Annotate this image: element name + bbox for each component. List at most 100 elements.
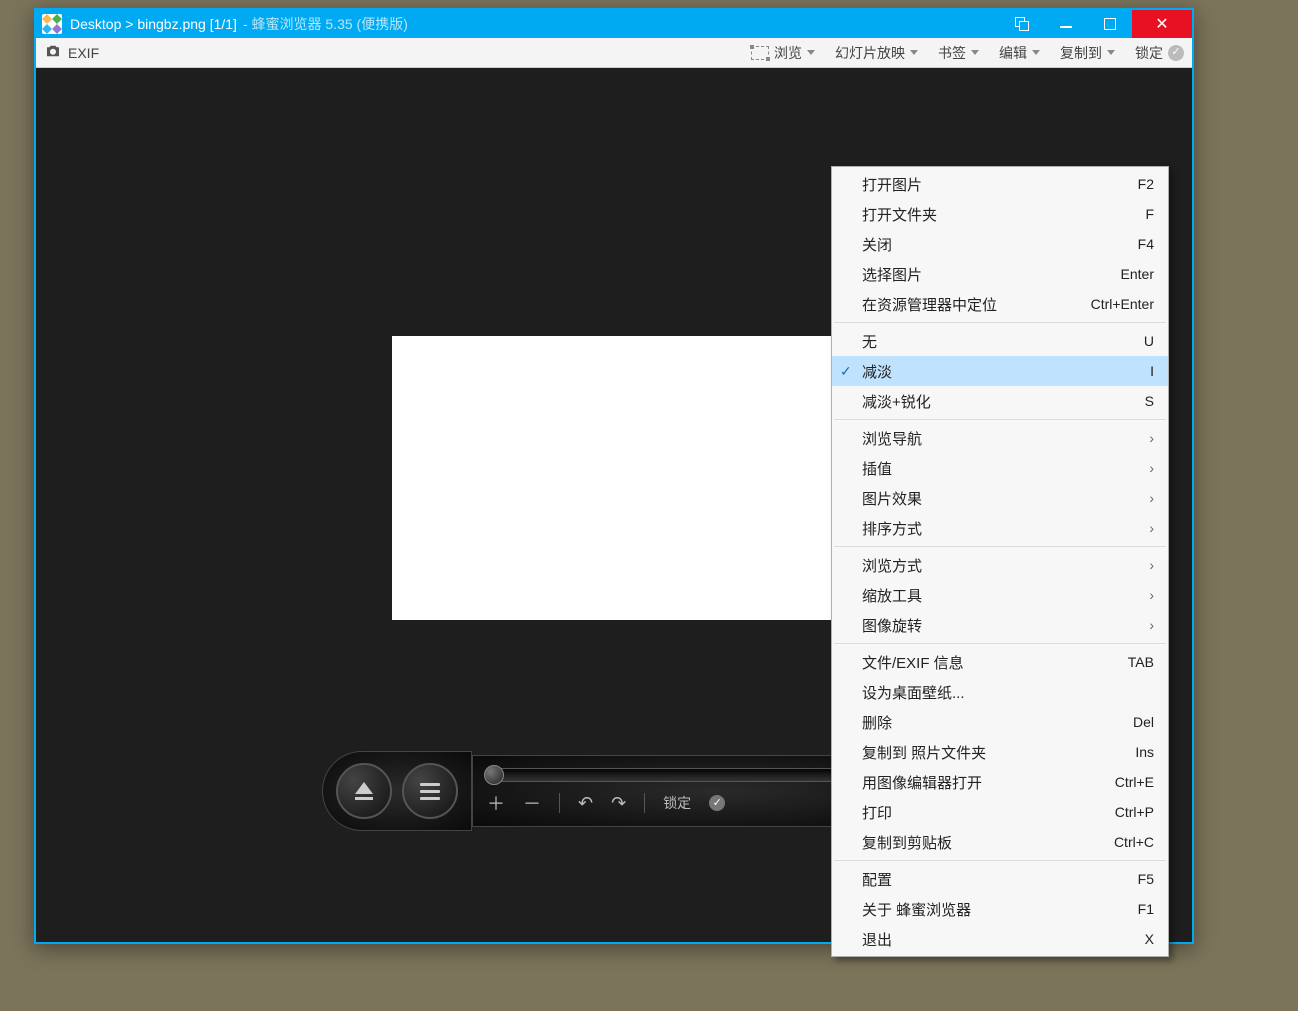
menu-item-shortcut: Enter [1121, 266, 1154, 282]
chevron-down-icon [807, 50, 815, 55]
menu-item[interactable]: 用图像编辑器打开Ctrl+E [832, 767, 1168, 797]
menu-item-label: 图像旋转 [862, 615, 1149, 636]
menu-item-shortcut: S [1145, 393, 1154, 409]
zoom-out-button[interactable]: － [523, 790, 541, 816]
minimize-button[interactable] [1044, 10, 1088, 38]
menu-item-label: 配置 [862, 869, 1138, 890]
menu-item[interactable]: 文件/EXIF 信息TAB [832, 647, 1168, 677]
menu-item[interactable]: 关于 蜂蜜浏览器F1 [832, 894, 1168, 924]
exif-label[interactable]: EXIF [68, 45, 99, 61]
menu-item[interactable]: 减淡I [832, 356, 1168, 386]
chevron-right-icon: › [1149, 557, 1154, 573]
chevron-down-icon [971, 50, 979, 55]
bookmark-label: 书签 [938, 43, 966, 63]
menu-item[interactable]: 删除Del [832, 707, 1168, 737]
menu-item-label: 减淡+锐化 [862, 391, 1145, 412]
menu-item[interactable]: 打开图片F2 [832, 169, 1168, 199]
menu-item[interactable]: 插值› [832, 453, 1168, 483]
edit-menu[interactable]: 编辑 [999, 43, 1040, 63]
menu-item-shortcut: X [1145, 931, 1154, 947]
titlebar: Desktop > bingbz.png [1/1] - 蜂蜜浏览器 5.35 … [36, 10, 1192, 38]
menu-item[interactable]: 打开文件夹F [832, 199, 1168, 229]
menu-item-label: 设为桌面壁纸... [862, 682, 1154, 703]
eject-icon [355, 782, 373, 800]
menu-item-shortcut: F1 [1138, 901, 1154, 917]
menu-item[interactable]: 配置F5 [832, 864, 1168, 894]
menu-separator [834, 546, 1166, 547]
chevron-right-icon: › [1149, 617, 1154, 633]
chevron-right-icon: › [1149, 490, 1154, 506]
menu-item-label: 打开文件夹 [862, 204, 1145, 225]
camera-icon [44, 42, 62, 63]
lock-label-bottom: 锁定 [663, 793, 691, 813]
slideshow-menu[interactable]: 幻灯片放映 [835, 43, 918, 63]
menu-item-shortcut: Ctrl+P [1115, 804, 1154, 820]
context-menu: 打开图片F2打开文件夹F关闭F4选择图片Enter在资源管理器中定位Ctrl+E… [831, 166, 1169, 957]
menu-separator [834, 419, 1166, 420]
menu-item[interactable]: 复制到 照片文件夹Ins [832, 737, 1168, 767]
crop-icon [751, 46, 769, 60]
menu-item-shortcut: I [1150, 363, 1154, 379]
menu-item[interactable]: 在资源管理器中定位Ctrl+Enter [832, 289, 1168, 319]
check-circle-icon[interactable] [709, 795, 725, 811]
eject-button[interactable] [336, 763, 392, 819]
menu-item[interactable]: 复制到剪贴板Ctrl+C [832, 827, 1168, 857]
title-breadcrumb: Desktop > bingbz.png [1/1] [70, 16, 237, 32]
menu-item-shortcut: TAB [1128, 654, 1154, 670]
chevron-down-icon [1032, 50, 1040, 55]
menu-icon [420, 783, 440, 800]
menu-item-label: 图片效果 [862, 488, 1149, 509]
main-menu-button[interactable] [402, 763, 458, 819]
menu-item-shortcut: U [1144, 333, 1154, 349]
menu-separator [834, 860, 1166, 861]
menu-item[interactable]: 排序方式› [832, 513, 1168, 543]
menu-item[interactable]: 设为桌面壁纸... [832, 677, 1168, 707]
compact-button[interactable] [1000, 10, 1044, 38]
chevron-right-icon: › [1149, 460, 1154, 476]
menu-item[interactable]: 打印Ctrl+P [832, 797, 1168, 827]
menu-separator [834, 643, 1166, 644]
menu-item[interactable]: 关闭F4 [832, 229, 1168, 259]
maximize-button[interactable] [1088, 10, 1132, 38]
slideshow-label: 幻灯片放映 [835, 43, 905, 63]
slider-thumb[interactable] [484, 765, 504, 785]
app-window: Desktop > bingbz.png [1/1] - 蜂蜜浏览器 5.35 … [34, 8, 1194, 944]
menu-item-label: 选择图片 [862, 264, 1121, 285]
chevron-down-icon [1107, 50, 1115, 55]
chevron-right-icon: › [1149, 587, 1154, 603]
toolbar: EXIF 浏览 幻灯片放映 书签 编辑 复制到 锁定 [36, 38, 1192, 68]
zoom-in-button[interactable]: ＋ [487, 790, 505, 816]
bottom-left-pod [322, 751, 472, 831]
menu-item[interactable]: 浏览导航› [832, 423, 1168, 453]
menu-item-label: 无 [862, 331, 1144, 352]
menu-item[interactable]: 图像旋转› [832, 610, 1168, 640]
menu-item[interactable]: 选择图片Enter [832, 259, 1168, 289]
menu-item-label: 复制到剪贴板 [862, 832, 1114, 853]
menu-item-shortcut: Ctrl+E [1115, 774, 1154, 790]
undo-button[interactable]: ↶ [578, 793, 593, 814]
menu-item-label: 在资源管理器中定位 [862, 294, 1091, 315]
menu-item[interactable]: 无U [832, 326, 1168, 356]
redo-button[interactable]: ↷ [611, 793, 626, 814]
copyto-label: 复制到 [1060, 43, 1102, 63]
menu-item-label: 缩放工具 [862, 585, 1149, 606]
lock-label: 锁定 [1135, 43, 1163, 63]
chevron-right-icon: › [1149, 520, 1154, 536]
menu-item-label: 浏览导航 [862, 428, 1149, 449]
menu-separator [834, 322, 1166, 323]
image-preview [392, 336, 840, 620]
lock-toggle[interactable]: 锁定 [1135, 43, 1184, 63]
copyto-menu[interactable]: 复制到 [1060, 43, 1115, 63]
close-button[interactable]: ✕ [1132, 10, 1192, 38]
menu-item[interactable]: 减淡+锐化S [832, 386, 1168, 416]
menu-item[interactable]: 图片效果› [832, 483, 1168, 513]
menu-item-label: 插值 [862, 458, 1149, 479]
menu-item-label: 关于 蜂蜜浏览器 [862, 899, 1138, 920]
menu-item[interactable]: 浏览方式› [832, 550, 1168, 580]
menu-item[interactable]: 退出X [832, 924, 1168, 954]
bookmark-menu[interactable]: 书签 [938, 43, 979, 63]
menu-item[interactable]: 缩放工具› [832, 580, 1168, 610]
browse-menu[interactable]: 浏览 [751, 43, 815, 63]
menu-item-shortcut: Ctrl+Enter [1091, 296, 1154, 312]
menu-item-shortcut: Ctrl+C [1114, 834, 1154, 850]
